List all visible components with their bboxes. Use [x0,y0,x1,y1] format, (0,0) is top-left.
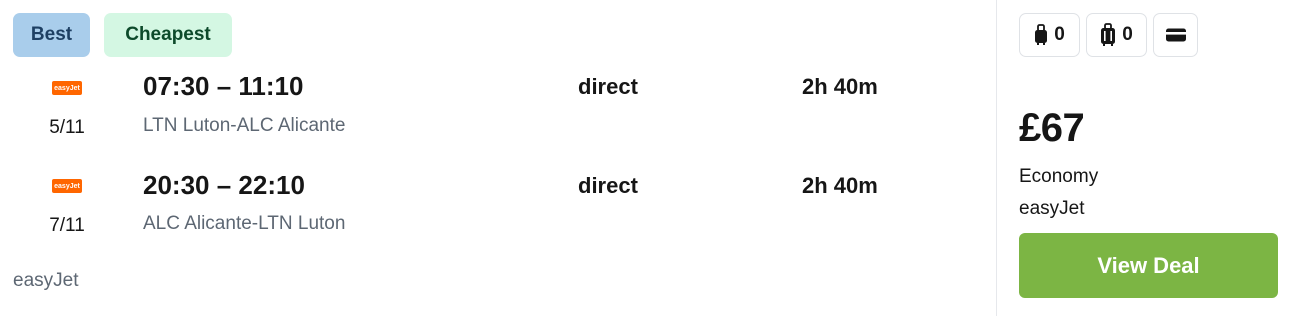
view-deal-button[interactable]: View Deal [1019,233,1278,298]
cheapest-tag: Cheapest [104,13,232,57]
checked-bag-count: 0 [1122,24,1133,45]
leg-route: ALC Alicante-LTN Luton [143,213,346,234]
payment-fee-button[interactable] [1153,13,1198,57]
leg-date: 5/11 [49,117,85,138]
easyjet-logo: easyJet [52,81,82,95]
airline-name: easyJet [13,270,79,291]
leg-stops: direct [578,74,638,99]
leg-route: LTN Luton-ALC Alicante [143,115,346,136]
leg-duration: 2h 40m [802,173,878,198]
carry-on-bag-count: 0 [1054,24,1065,45]
carry-on-bag-fee-button[interactable]: 0 [1019,13,1080,57]
leg-duration: 2h 40m [802,74,878,99]
easyjet-logo: easyJet [52,179,82,193]
leg-stops: direct [578,173,638,198]
price: £67 [1019,106,1085,150]
carry-on-bag-icon [1034,24,1048,46]
checked-bag-icon [1100,23,1116,47]
checked-bag-fee-button[interactable]: 0 [1086,13,1147,57]
divider [996,0,997,316]
cabin-class: Economy [1019,166,1099,187]
credit-card-icon [1165,27,1187,43]
leg-times: 07:30 – 11:10 [143,71,304,101]
leg-date: 7/11 [49,215,85,236]
provider-name: easyJet [1019,198,1085,219]
flight-result-card[interactable]: Best Cheapest easyJet 5/11 07:30 – 11:10… [0,0,1294,316]
best-tag: Best [13,13,90,57]
leg-times: 20:30 – 22:10 [143,170,305,200]
